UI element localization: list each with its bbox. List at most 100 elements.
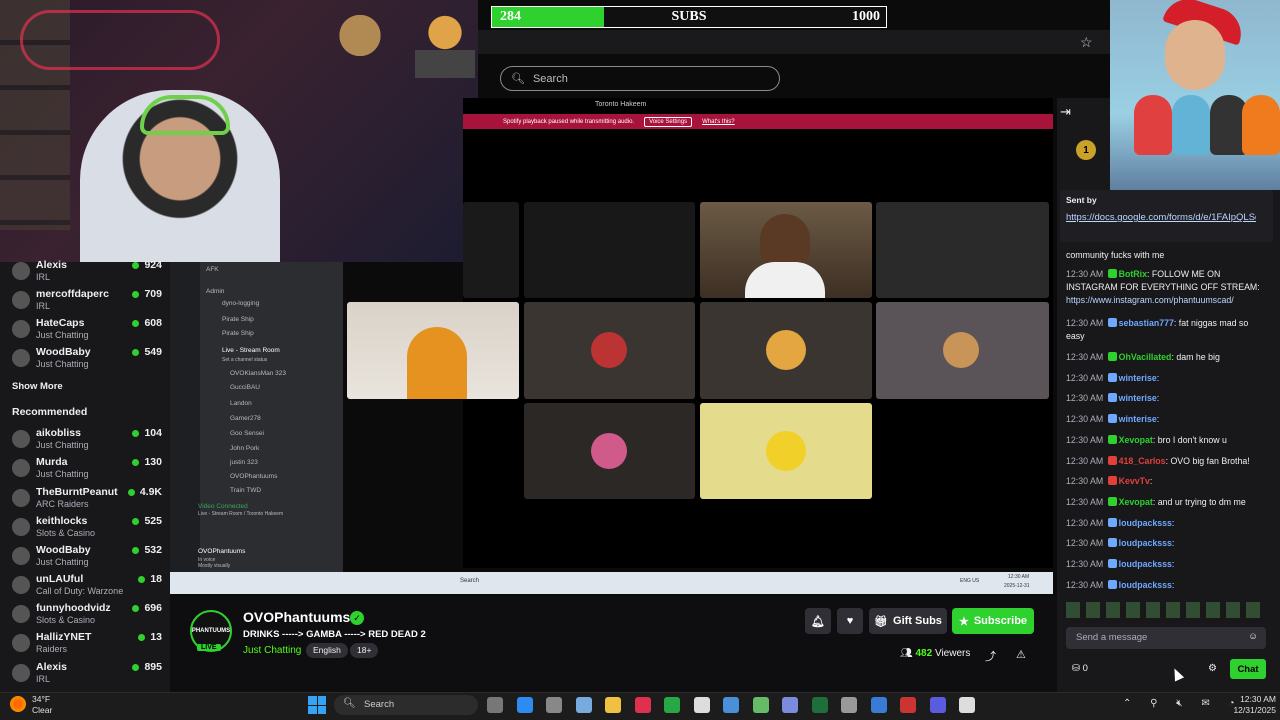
collapse-chat-icon[interactable]: ⇥ [1060, 104, 1071, 120]
discord-icon[interactable] [752, 697, 769, 713]
viewer-count: 18 [138, 573, 162, 585]
itunes-icon[interactable] [634, 697, 651, 713]
follow-button[interactable]: ♥ [837, 608, 863, 634]
message-username[interactable]: loudpacksss [1119, 580, 1172, 590]
tag-18plus[interactable]: 18+ [350, 643, 379, 658]
steam-icon[interactable] [723, 697, 739, 713]
gear-app-icon[interactable] [841, 697, 857, 713]
message-username[interactable]: loudpacksss [1119, 559, 1172, 569]
viewer-number: 130 [144, 456, 162, 468]
channel-item[interactable]: dyno-logging [222, 300, 259, 310]
member-item[interactable]: Landon [230, 400, 252, 410]
message-time: 12:30 AM [1066, 559, 1104, 569]
sidebar-channel[interactable]: funnyhoodvidz Slots & Casino 696 [10, 602, 162, 630]
xbox-app-icon[interactable] [664, 697, 680, 713]
member-item[interactable]: John Pork [230, 445, 259, 455]
sidebar-channel[interactable]: Murda Just Chatting 130 [10, 456, 162, 484]
show-more-link[interactable]: Show More [12, 381, 63, 392]
member-item[interactable]: OVOKlansMan 323 [230, 370, 286, 380]
share-icon[interactable]: ⤴ [985, 648, 996, 664]
notification-bell-button[interactable]: 🔔︎ [805, 608, 831, 634]
emoji-icon[interactable]: ☺ [1248, 631, 1258, 642]
windows-start-icon[interactable] [308, 696, 326, 714]
chat-settings-icon[interactable]: ⚙ [1208, 663, 1217, 674]
sidebar-channel[interactable]: Alexis IRL 895 [10, 661, 162, 689]
capcut-icon[interactable] [782, 697, 798, 713]
edge-icon[interactable] [516, 697, 533, 713]
member-item[interactable]: Goo Sensei [230, 430, 264, 440]
sidebar-channel[interactable]: WoodBaby Just Chatting 549 [10, 346, 162, 374]
chat-send-button[interactable]: Chat [1230, 659, 1266, 679]
weather-widget[interactable]: 34°F Clear [10, 694, 52, 716]
whats-this-link[interactable]: What's this? [702, 119, 735, 125]
channel-afk[interactable]: AFK [206, 266, 219, 276]
chat-message: 12:30 AM winterise: [1066, 414, 1160, 424]
star-icon[interactable]: ☆ [1080, 34, 1096, 50]
stream-category[interactable]: Just Chatting [243, 645, 301, 656]
file-explorer-icon[interactable] [605, 697, 621, 713]
sidebar-channel[interactable]: TheBurntPeanut ARC Raiders 4.9K [10, 486, 162, 514]
sidebar-channel[interactable]: keithlocks Slots & Casino 525 [10, 515, 162, 543]
app-icon[interactable] [900, 697, 916, 713]
xbox-icon[interactable] [811, 697, 828, 713]
channel-points[interactable]: ⛁ 0 [1072, 663, 1088, 674]
sidebar-channel[interactable]: aikobliss Just Chatting 104 [10, 427, 162, 455]
message-username[interactable]: KevvTv [1119, 476, 1150, 486]
sidebar-channel[interactable]: HateCaps Just Chatting 608 [10, 317, 162, 345]
pinned-link[interactable]: https://docs.google.com/forms/d/e/1FAIpQ… [1066, 212, 1256, 224]
member-item[interactable]: OVOPhantuums [230, 473, 277, 483]
sidebar-channel[interactable]: WoodBaby Just Chatting 532 [10, 544, 162, 572]
message-username[interactable]: loudpacksss [1119, 518, 1172, 528]
system-tray[interactable]: ⌃ ⚲ 🔇︎ ✉︎ ◔ [1123, 698, 1243, 709]
emote-strip[interactable] [1066, 602, 1266, 618]
channel-category: IRL [36, 272, 51, 282]
sidebar-channel[interactable]: Alexis IRL 924 [10, 259, 162, 287]
channel-item[interactable]: Pirate Ship [222, 316, 254, 326]
tag-english[interactable]: English [306, 643, 348, 658]
message-username[interactable]: BotRix [1119, 269, 1147, 279]
report-icon[interactable]: ⚠ [1016, 648, 1026, 661]
taskbar-search[interactable]: 🔍︎ Search [334, 695, 478, 715]
video-tile [524, 302, 695, 399]
settings-icon[interactable] [546, 697, 562, 713]
message-username[interactable]: winterise [1119, 373, 1157, 383]
member-item[interactable]: Train TWD [230, 487, 261, 497]
task-view-icon[interactable] [487, 697, 503, 713]
badge-icon [1107, 435, 1117, 444]
copilot-icon[interactable] [575, 697, 592, 713]
badge-icon [1107, 318, 1117, 327]
message-username[interactable]: sebastian777 [1119, 318, 1174, 328]
badge-icon [1107, 414, 1117, 423]
message-username[interactable]: winterise [1119, 393, 1157, 403]
member-item[interactable]: justin 323 [230, 459, 258, 469]
message-username[interactable]: winterise [1119, 414, 1157, 424]
chrome-icon[interactable] [693, 697, 710, 713]
sidebar-channel[interactable]: unLAUful Call of Duty: Warzone 18 [10, 573, 162, 601]
member-item[interactable]: Gamer278 [230, 415, 261, 425]
voice-settings-button[interactable]: Voice Settings [644, 116, 693, 127]
obs-icon[interactable] [929, 697, 946, 713]
photos-icon[interactable] [870, 697, 887, 713]
pinned-message[interactable]: Sent by https://docs.google.com/forms/d/… [1060, 190, 1273, 242]
message-link[interactable]: https://www.instagram.com/phantuumscad/ [1066, 295, 1234, 305]
channel-name[interactable]: OVOPhantuums [243, 609, 350, 625]
chat-input[interactable]: Send a message ☺ [1066, 627, 1266, 649]
unreal-icon[interactable] [959, 697, 975, 713]
sidebar-channel[interactable]: HallizYNET Raiders 13 [10, 631, 162, 659]
member-item[interactable]: GucciBAU [230, 384, 260, 394]
server-rail [170, 262, 200, 572]
gift-subs-button[interactable]: 🎁︎ Gift Subs [869, 608, 947, 634]
message-username[interactable]: 418_Carlos [1119, 456, 1166, 466]
channel-item[interactable]: Pirate Ship [222, 330, 254, 340]
subscribe-button[interactable]: ★ Subscribe [952, 608, 1034, 634]
message-username[interactable]: OhVacillated [1119, 352, 1172, 362]
message-username[interactable]: Xevopat [1119, 435, 1153, 445]
sidebar-channel[interactable]: mercoffdaperc IRL 709 [10, 288, 162, 316]
channel-item[interactable]: Live - Stream Room [222, 347, 280, 357]
message-username[interactable]: loudpacksss [1119, 538, 1172, 548]
leaderboard-rank-icon[interactable]: 1 [1076, 140, 1096, 160]
message-username[interactable]: Xevopat [1119, 497, 1153, 507]
search-input[interactable]: 🔍︎ Search [500, 66, 780, 91]
taskbar-clock[interactable]: 12:30 AM 12/31/2025 [1232, 694, 1276, 716]
channel-status[interactable]: Set a channel status [222, 357, 267, 367]
